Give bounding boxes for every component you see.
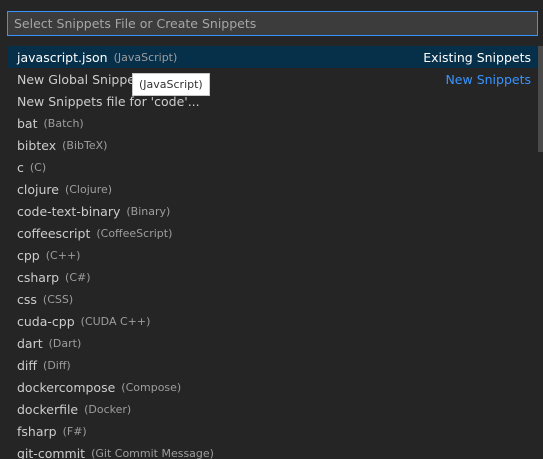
list-item-label: fsharp	[17, 423, 57, 439]
list-item[interactable]: fsharp (F#)	[7, 420, 538, 442]
list-item[interactable]: bat (Batch)	[7, 112, 538, 134]
list-item-description: (BibTeX)	[62, 138, 108, 152]
quick-pick-widget: javascript.json (JavaScript) Existing Snip…	[0, 0, 543, 459]
list-item-label: diff	[17, 357, 38, 373]
list-item-description: (Git Commit Message)	[91, 446, 214, 459]
list-item[interactable]: clojure (Clojure)	[7, 178, 538, 200]
scrollbar[interactable]	[538, 46, 543, 152]
list-item-label: javascript.json	[17, 49, 108, 65]
list-item-description: (C#)	[65, 270, 91, 284]
search-input[interactable]	[8, 12, 537, 35]
list-item-detail: Existing Snippets	[423, 49, 531, 65]
list-item-label: bat	[17, 115, 38, 131]
list-item[interactable]: New Global Snippets file... New Snippets	[7, 68, 538, 90]
list-item-description: (Binary)	[126, 204, 171, 218]
list-item-label: code-text-binary	[17, 203, 121, 219]
list-item[interactable]: csharp (C#)	[7, 266, 538, 288]
list-item-label: dockercompose	[17, 379, 116, 395]
list-item-label: coffeescript	[17, 225, 91, 241]
list-item[interactable]: css (CSS)	[7, 288, 538, 310]
hover-tooltip: (JavaScript)	[132, 73, 210, 96]
list-item-label: bibtex	[17, 137, 57, 153]
list-item-description: (Clojure)	[64, 182, 113, 196]
snippets-list: javascript.json (JavaScript) Existing Snip…	[7, 46, 538, 459]
list-item-label: css	[17, 291, 37, 307]
list-item-description: (CSS)	[42, 292, 74, 306]
list-item[interactable]: coffeescript (CoffeeScript)	[7, 222, 538, 244]
list-item[interactable]: git-commit (Git Commit Message)	[7, 442, 538, 459]
list-item[interactable]: dockercompose (Compose)	[7, 376, 538, 398]
list-item-label: cuda-cpp	[17, 313, 75, 329]
list-item-description: (F#)	[62, 424, 87, 438]
tooltip-text: (JavaScript)	[139, 78, 203, 91]
list-item-description: (JavaScript)	[113, 50, 178, 64]
list-item-label: cpp	[17, 247, 40, 263]
list-item[interactable]: javascript.json (JavaScript) Existing Snip…	[7, 46, 538, 68]
list-item-description: (Dart)	[48, 336, 82, 350]
list-item-label: csharp	[17, 269, 60, 285]
list-item[interactable]: New Snippets file for 'code'...	[7, 90, 538, 112]
list-item-description: (CoffeeScript)	[96, 226, 173, 240]
list-item-description: (Docker)	[84, 402, 132, 416]
list-item-label: dart	[17, 335, 43, 351]
list-item-description: (C)	[29, 160, 47, 174]
list-item-description: (CUDA C++)	[80, 314, 151, 328]
list-item[interactable]: code-text-binary (Binary)	[7, 200, 538, 222]
list-item-label: dockerfile	[17, 401, 79, 417]
list-item[interactable]: dart (Dart)	[7, 332, 538, 354]
list-item[interactable]: cuda-cpp (CUDA C++)	[7, 310, 538, 332]
list-item-label: clojure	[17, 181, 59, 197]
list-item-description: (Diff)	[43, 358, 71, 372]
list-item-description: (Batch)	[43, 116, 84, 130]
list-item[interactable]: diff (Diff)	[7, 354, 538, 376]
list-item-label: c	[17, 159, 24, 175]
list-item-detail: New Snippets	[445, 71, 531, 87]
list-item[interactable]: cpp (C++)	[7, 244, 538, 266]
list-item[interactable]: c (C)	[7, 156, 538, 178]
list-item-description: (Compose)	[121, 380, 182, 394]
list-item-description: (C++)	[45, 248, 81, 262]
search-box[interactable]	[7, 11, 538, 36]
list-item[interactable]: dockerfile (Docker)	[7, 398, 538, 420]
list-item-label: git-commit	[17, 445, 86, 459]
list-item[interactable]: bibtex (BibTeX)	[7, 134, 538, 156]
